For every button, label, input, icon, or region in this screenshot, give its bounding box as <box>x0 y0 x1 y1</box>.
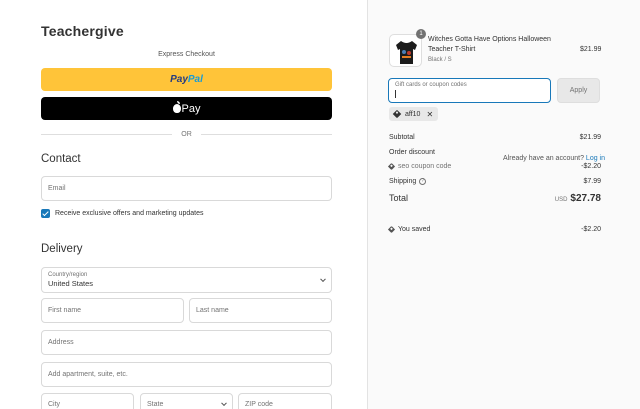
info-icon[interactable]: ? <box>419 178 427 185</box>
country-label: Country/region <box>48 272 88 278</box>
country-value: United States <box>48 279 94 288</box>
marketing-optin[interactable]: Receive exclusive offers and marketing u… <box>41 209 204 218</box>
country-select[interactable]: Country/region United States <box>41 267 332 293</box>
paypal-button[interactable]: Pay Pal <box>41 68 332 91</box>
savings-row: You saved -$2.20 <box>387 225 601 234</box>
shipping-value: $7.99 <box>583 178 601 185</box>
express-checkout-title: Express Checkout <box>158 51 215 58</box>
product-price: $21.99 <box>580 46 602 53</box>
apartment-placeholder: Add apartment, suite, etc. <box>48 371 128 378</box>
first-name-placeholder: First name <box>48 307 82 314</box>
last-name-field[interactable]: Last name <box>189 298 332 323</box>
discount-code-label: seo coupon code <box>398 163 452 170</box>
applied-code-chip: aff10 ✕ <box>389 107 439 121</box>
state-select[interactable]: State <box>140 393 233 409</box>
chevron-down-icon <box>221 400 227 407</box>
state-placeholder: State <box>147 401 164 408</box>
discount-value: -$2.20 <box>581 163 601 170</box>
applied-code-label: aff10 <box>405 110 421 118</box>
have-account-text: Already have an account? <box>503 155 584 162</box>
shipping-label: Shipping <box>389 178 417 185</box>
apple-icon <box>172 101 181 113</box>
apple-pay-button[interactable]: Pay <box>41 97 332 120</box>
subtotal-row: Subtotal $21.99 <box>389 134 601 141</box>
first-name-field[interactable]: First name <box>41 298 184 323</box>
product-thumbnail <box>389 34 422 67</box>
saved-label: You saved <box>398 226 431 233</box>
email-placeholder: Email <box>48 185 66 192</box>
subtotal-label: Subtotal <box>389 134 415 141</box>
quantity-badge: 1 <box>416 29 426 39</box>
divider-line <box>200 133 332 135</box>
paypal-logo-part1: Pay <box>170 74 188 85</box>
zip-field[interactable]: ZIP code <box>238 393 332 409</box>
total-value: $27.78 <box>570 193 601 204</box>
product-name: Witches Gotta Have Options Halloween Tea… <box>428 36 551 53</box>
apartment-field[interactable]: Add apartment, suite, etc. <box>41 362 332 387</box>
zip-placeholder: ZIP code <box>245 401 273 408</box>
delivery-heading: Delivery <box>41 243 83 255</box>
address-placeholder: Address <box>48 339 74 346</box>
marketing-checkbox[interactable] <box>41 209 50 218</box>
city-field[interactable]: City <box>41 393 134 409</box>
order-discount-row: Order discount <box>389 149 601 156</box>
login-prompt: Already have an account? Log in <box>503 155 605 162</box>
tag-icon <box>392 109 402 119</box>
tag-icon <box>387 225 396 234</box>
apply-button[interactable]: Apply <box>557 78 600 103</box>
tag-icon <box>387 162 396 171</box>
contact-heading: Contact <box>41 153 81 165</box>
remove-code-icon[interactable]: ✕ <box>426 110 433 119</box>
email-field[interactable]: Email <box>41 176 332 201</box>
divider-line <box>41 133 173 135</box>
discount-code-row: seo coupon code -$2.20 <box>387 162 601 171</box>
address-field[interactable]: Address <box>41 330 332 355</box>
text-caret <box>395 90 396 98</box>
login-link[interactable]: Log in <box>586 155 605 162</box>
store-logo[interactable]: Teachergive <box>41 23 124 39</box>
city-placeholder: City <box>48 401 61 408</box>
paypal-logo-part2: Pal <box>187 74 203 85</box>
last-name-placeholder: Last name <box>196 307 229 314</box>
product-variant: Black / S <box>428 57 452 63</box>
currency-code: USD <box>554 197 568 203</box>
tshirt-icon <box>396 41 417 64</box>
chevron-down-icon <box>320 276 326 283</box>
or-divider: OR <box>41 129 332 139</box>
subtotal-value: $21.99 <box>579 134 601 141</box>
saved-value: -$2.20 <box>581 226 601 233</box>
apple-pay-label: Pay <box>181 102 201 115</box>
or-label: OR <box>181 130 192 138</box>
coupon-placeholder: Gift cards or coupon codes <box>395 82 467 88</box>
total-label: Total <box>389 193 409 203</box>
coupon-input[interactable]: Gift cards or coupon codes <box>388 78 551 103</box>
marketing-label: Receive exclusive offers and marketing u… <box>55 210 204 217</box>
order-discount-label: Order discount <box>389 149 435 156</box>
total-row: Total USD $27.78 <box>389 193 601 204</box>
shipping-row: Shipping ? $7.99 <box>389 178 601 185</box>
